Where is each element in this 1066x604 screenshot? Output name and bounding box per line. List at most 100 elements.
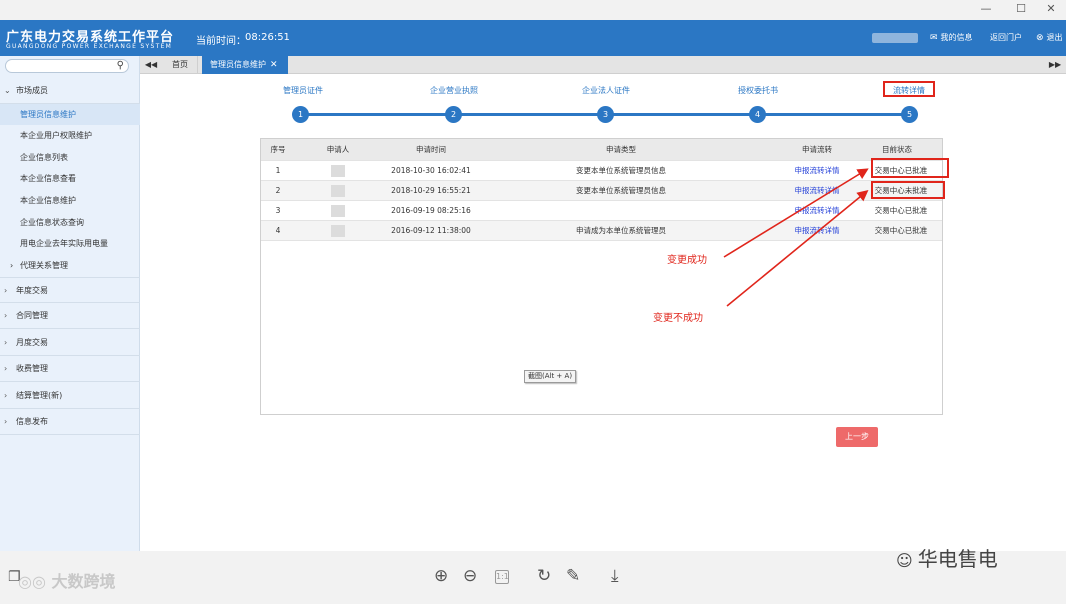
step-label-legal-cert[interactable]: 企业法人证件	[556, 85, 656, 96]
tab-scroll-left-icon[interactable]: ◀◀	[142, 56, 160, 74]
cell-status: 交易中心已批准	[874, 206, 928, 215]
table-row: 4 2016-09-12 11:38:00 申请成为本单位系统管理员 申报流转详…	[261, 220, 942, 240]
step-circle-4: 4	[749, 106, 766, 123]
tab-admin-info[interactable]: 管理员信息维护 ✕	[202, 56, 288, 74]
sidebar-group-label: 月度交易	[16, 338, 48, 347]
search-icon[interactable]: ⚲	[117, 60, 124, 71]
annotation-failure: 变更不成功	[653, 313, 703, 324]
sidebar-item-enterprise-view[interactable]: 本企业信息查看	[0, 168, 140, 189]
sidebar-group-market-members[interactable]: ⌄ 市场成员	[0, 78, 140, 104]
col-header-type: 申请类型	[571, 139, 671, 160]
my-info-link[interactable]: ✉ 我的信息	[930, 32, 973, 43]
sidebar-item-admin-info[interactable]: 管理员信息维护	[0, 104, 140, 125]
col-header-status: 目前状态	[867, 139, 927, 160]
cell-no: 2	[275, 186, 281, 195]
chevron-right-icon: ›	[4, 391, 8, 400]
cell-status: 交易中心已批准	[874, 226, 928, 235]
flow-detail-link[interactable]: 申报流转详情	[777, 221, 857, 241]
logout-link[interactable]: ⊗ 退出	[1036, 32, 1063, 43]
cell-no: 1	[275, 166, 281, 175]
watermark-right-text: 华电售电	[917, 547, 998, 571]
flow-detail-link[interactable]: 申报流转详情	[777, 181, 857, 201]
cell-type: 变更本单位系统管理员信息	[576, 166, 666, 175]
table-row: 3 2016-09-19 08:25:16 申报流转详情 交易中心已批准	[261, 200, 942, 220]
sidebar-group-label: 合同管理	[16, 311, 48, 320]
zoom-out-icon[interactable]: ⊖	[463, 566, 477, 586]
tab-bar: ◀◀ 首页 管理员信息维护 ✕ ▶▶	[140, 56, 1066, 74]
zoom-in-icon[interactable]: ⊕	[434, 566, 448, 586]
highlight-box-status-rejected	[871, 181, 945, 199]
username-redacted	[872, 33, 918, 43]
sidebar-group-annual-trade[interactable]: › 年度交易	[0, 277, 140, 303]
cell-time: 2018-10-29 16:55:21	[391, 186, 471, 195]
applicant-redacted	[331, 225, 345, 237]
logout-label: 退出	[1046, 33, 1063, 42]
flow-detail-link[interactable]: 申报流转详情	[777, 161, 857, 181]
cell-type: 申请成为本单位系统管理员	[576, 226, 666, 235]
sidebar-item-label: 代理关系管理	[20, 261, 68, 270]
col-header-no: 序号	[261, 139, 295, 160]
sidebar-group-label: 年度交易	[16, 286, 48, 295]
sidebar-group-contract[interactable]: › 合同管理	[0, 303, 140, 329]
chevron-right-icon: ›	[4, 311, 8, 320]
tab-home[interactable]: 首页	[164, 56, 198, 74]
sidebar-group-settlement[interactable]: › 结算管理(新)	[0, 383, 140, 409]
mail-icon: ✉	[930, 33, 938, 43]
watermark-logo-icon: ◎◎	[18, 572, 52, 591]
step-label-authorization[interactable]: 授权委托书	[708, 85, 808, 96]
chevron-right-icon: ›	[4, 286, 8, 295]
app-header: 广东电力交易系统工作平台 GUANGDONG POWER EXCHANGE SY…	[0, 20, 1066, 56]
application-table: 序号 申请人 申请时间 申请类型 申请流转 目前状态 1 2018-10-30 …	[260, 138, 943, 415]
current-time-label: 当前时间：	[196, 36, 246, 47]
col-header-applicant: 申请人	[315, 139, 361, 160]
current-time-value: 08:26:51	[245, 32, 290, 43]
step-label-admin-cert[interactable]: 管理员证件	[253, 85, 353, 96]
download-icon[interactable]: ⤓	[611, 566, 619, 586]
col-header-time: 申请时间	[391, 139, 471, 160]
close-window-button[interactable]: ✕	[1036, 0, 1066, 20]
step-circle-5: 5	[901, 106, 918, 123]
step-label-business-license[interactable]: 企业营业执照	[404, 85, 504, 96]
sidebar-group-label: 结算管理(新)	[16, 391, 63, 400]
sidebar-item-enterprise-list[interactable]: 企业信息列表	[0, 147, 140, 168]
step-circle-1: 1	[292, 106, 309, 123]
maximize-button[interactable]: ☐	[1001, 0, 1041, 20]
sidebar-item-enterprise-edit[interactable]: 本企业信息维护	[0, 190, 140, 211]
rotate-icon[interactable]: ↻	[537, 566, 551, 586]
sidebar-item-power-usage[interactable]: 用电企业去年实际用电量	[0, 233, 140, 254]
chevron-right-icon: ›	[4, 417, 8, 426]
window-titlebar: — ☐ ✕	[0, 0, 1066, 20]
tab-scroll-right-icon[interactable]: ▶▶	[1046, 56, 1064, 74]
minimize-button[interactable]: —	[966, 0, 1006, 20]
watermark-left: ◎◎ 大数跨境	[18, 568, 116, 592]
close-icon[interactable]: ✕	[270, 60, 278, 70]
chevron-right-icon: ›	[4, 338, 8, 347]
sidebar-item-enterprise-status[interactable]: 企业信息状态查询	[0, 212, 140, 233]
menu-search-input[interactable]: ⚲	[5, 59, 129, 73]
cell-time: 2016-09-12 11:38:00	[391, 226, 471, 235]
sidebar-group-fees[interactable]: › 收费管理	[0, 356, 140, 382]
flow-detail-link[interactable]: 申报流转详情	[777, 201, 857, 221]
sidebar-item-user-permission[interactable]: 本企业用户权限维护	[0, 125, 140, 146]
close-circle-icon: ⊗	[1036, 33, 1044, 43]
cell-no: 3	[275, 206, 281, 215]
highlight-box-step5	[883, 81, 935, 97]
sidebar-group-info-publish[interactable]: › 信息发布	[0, 409, 140, 435]
cell-time: 2018-10-30 16:02:41	[391, 166, 471, 175]
sidebar-item-agent-relation[interactable]: › 代理关系管理	[0, 255, 140, 276]
chevron-right-icon: ›	[10, 261, 14, 270]
pen-icon[interactable]: ✎	[566, 566, 580, 586]
tab-label: 管理员信息维护	[210, 60, 266, 69]
chevron-down-icon: ⌄	[4, 86, 11, 95]
return-portal-link[interactable]: 返回门户	[990, 32, 1022, 43]
sidebar-group-monthly-trade[interactable]: › 月度交易	[0, 330, 140, 356]
annotation-success: 变更成功	[667, 255, 707, 266]
wechat-icon: ☺	[896, 551, 918, 570]
prev-step-button[interactable]: 上一步	[836, 427, 878, 447]
cell-no: 4	[275, 226, 281, 235]
sidebar-group-label: 市场成员	[16, 86, 48, 95]
table-bottom-border	[261, 240, 942, 241]
actual-size-button[interactable]: 1:1	[495, 570, 509, 584]
cell-type: 变更本单位系统管理员信息	[576, 186, 666, 195]
step-circle-2: 2	[445, 106, 462, 123]
